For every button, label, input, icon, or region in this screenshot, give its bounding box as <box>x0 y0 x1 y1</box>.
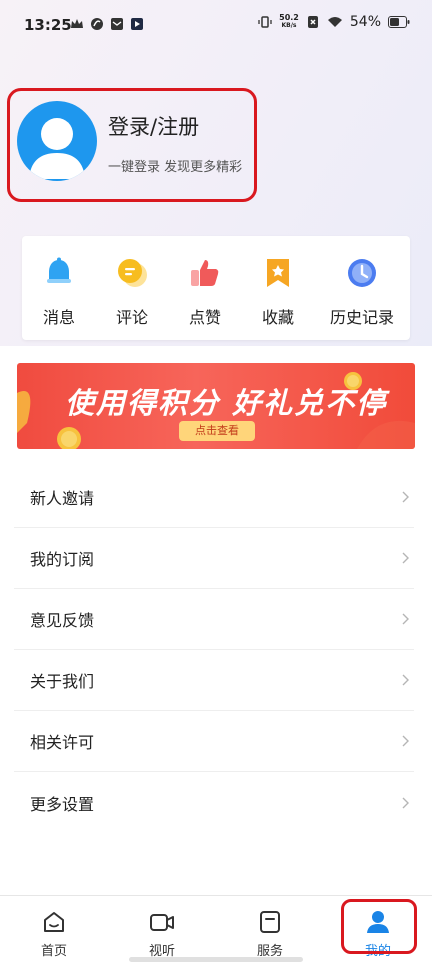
battery-percent: 54% <box>349 14 381 30</box>
mail-icon <box>111 18 123 30</box>
quick-action-label: 历史记录 <box>329 308 394 327</box>
status-system-icons: 50.2 KB/s 54% <box>258 14 410 30</box>
login-register-link[interactable]: 登录/注册 <box>108 111 199 141</box>
play-app-icon <box>131 18 143 30</box>
quick-action-likes[interactable]: 点赞 <box>170 256 240 328</box>
favorite-bookmark-icon <box>267 259 289 287</box>
menu-item-feedback[interactable]: 意见反馈 <box>14 589 414 650</box>
nav-home[interactable]: 首页 <box>24 910 84 959</box>
user-silhouette-icon <box>29 118 85 179</box>
quick-action-label: 收藏 <box>261 308 294 327</box>
thumbs-up-icon <box>191 260 219 286</box>
net-speed-value: 50.2 <box>279 13 299 22</box>
menu-item-label: 更多设置 <box>30 794 95 814</box>
quick-action-comments[interactable]: 评论 <box>97 256 167 328</box>
quick-action-label: 评论 <box>115 308 148 327</box>
clock-icon <box>348 259 376 287</box>
status-bar: 13:25 50.2 KB/s 54% <box>0 0 432 50</box>
login-subtitle: 一键登录 发现更多精彩 <box>108 160 243 175</box>
menu-item-about-us[interactable]: 关于我们 <box>14 650 414 711</box>
no-sim-icon <box>307 16 318 28</box>
quick-actions-card: 消息 评论 点赞 收藏 历史记录 <box>22 236 410 340</box>
points-promo-banner[interactable]: 使用得积分 好礼兑不停 点击查看 <box>17 363 415 449</box>
nav-audio-video[interactable]: 视听 <box>132 910 192 959</box>
quick-action-label: 点赞 <box>188 308 221 327</box>
chevron-right-icon <box>402 491 409 503</box>
chevron-right-icon <box>402 613 409 625</box>
menu-item-label: 我的订阅 <box>30 550 95 569</box>
chevron-right-icon <box>402 552 409 564</box>
menu-item-label: 关于我们 <box>30 672 95 691</box>
service-bookmark-icon <box>260 911 280 933</box>
menu-item-label: 意见反馈 <box>30 611 95 630</box>
nav-label: 首页 <box>40 944 67 959</box>
quick-action-favorites[interactable]: 收藏 <box>243 256 313 328</box>
menu-item-my-subscriptions[interactable]: 我的订阅 <box>14 528 414 589</box>
status-time: 13:25 <box>24 16 72 34</box>
quick-action-messages[interactable]: 消息 <box>24 256 94 328</box>
crown-icon <box>71 19 83 28</box>
menu-item-licenses[interactable]: 相关许可 <box>14 711 414 772</box>
nav-mine-highlight-frame <box>341 899 417 954</box>
app-leaf-icon <box>91 18 103 30</box>
menu-item-label: 相关许可 <box>30 733 95 752</box>
settings-menu-list: 新人邀请 我的订阅 意见反馈 关于我们 相关许可 更多设置 <box>14 467 414 833</box>
banner-title: 使用得积分 好礼兑不停 <box>65 386 388 420</box>
avatar[interactable] <box>17 101 97 181</box>
banner-view-button[interactable]: 点击查看 <box>179 421 255 441</box>
menu-item-label: 新人邀请 <box>30 489 95 508</box>
comment-icon <box>118 259 147 287</box>
chevron-right-icon <box>402 797 409 808</box>
chevron-right-icon <box>402 735 409 747</box>
home-icon <box>44 912 64 932</box>
menu-item-new-user-invite[interactable]: 新人邀请 <box>14 467 414 528</box>
nav-services[interactable]: 服务 <box>240 910 300 959</box>
status-notification-icons <box>70 17 144 31</box>
battery-icon <box>388 16 410 28</box>
vibrate-icon <box>258 16 272 28</box>
net-speed: 50.2 KB/s <box>279 14 299 30</box>
bell-icon <box>47 257 71 283</box>
wifi-icon <box>327 17 342 27</box>
chevron-right-icon <box>402 674 409 686</box>
home-indicator[interactable] <box>129 957 303 962</box>
quick-action-history[interactable]: 历史记录 <box>327 256 397 328</box>
video-icon <box>150 914 174 931</box>
menu-item-more-settings[interactable]: 更多设置 <box>14 772 414 833</box>
net-speed-unit: KB/s <box>281 22 297 29</box>
quick-action-label: 消息 <box>42 308 75 327</box>
